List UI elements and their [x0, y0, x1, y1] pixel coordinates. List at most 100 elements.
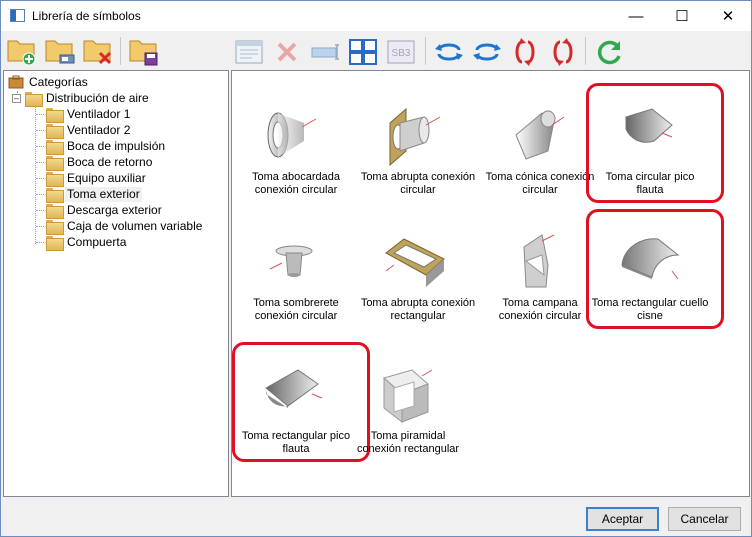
folder-edit-icon	[45, 40, 75, 64]
tree-line	[36, 225, 44, 227]
symbol-label: Toma abrupta conexión circular	[356, 171, 480, 197]
symbol-grid: Toma abocardada conexión circular Toma a…	[231, 70, 750, 497]
symbol-toma-abrupta-circular[interactable]: Toma abrupta conexión circular	[356, 95, 480, 215]
symbol-toma-campana[interactable]: Toma campana conexión circular	[478, 221, 602, 341]
tree-root[interactable]: Categorías	[8, 74, 90, 90]
flip-vertical-button[interactable]	[509, 37, 541, 67]
rotate-left-icon	[435, 43, 463, 61]
tree-item-toma-exterior[interactable]: Toma exterior	[36, 186, 142, 203]
symbol-label: Toma sombrerete conexión circular	[234, 297, 358, 323]
tree-line	[36, 129, 44, 131]
symbol-toma-abrupta-rectangular[interactable]: Toma abrupta conexión rectangular	[356, 221, 480, 341]
folder-save-icon	[129, 40, 158, 66]
symbol-toma-sombrerete[interactable]: Toma sombrerete conexión circular	[234, 221, 358, 341]
tree-item-compuerta[interactable]: Compuerta	[36, 234, 128, 251]
app-icon	[10, 9, 25, 22]
symbol-label-line-2: conexión circular	[498, 310, 582, 322]
tree-item-descarga-exterior[interactable]: Descarga exterior	[36, 202, 164, 219]
toolbar-separator	[120, 37, 121, 65]
tree-item-ventilador-1[interactable]: Ventilador 1	[36, 106, 132, 123]
tree-item-label: Boca de retorno	[67, 154, 153, 169]
symbol-label-line-1: Toma abrupta conexión	[360, 171, 476, 183]
flip-vertical-2-button[interactable]	[547, 37, 579, 67]
delete-folder-button[interactable]	[82, 37, 114, 67]
tree-item-boca-retorno[interactable]: Boca de retorno	[36, 154, 154, 171]
sb3-icon: SB3	[387, 40, 415, 64]
window-icon	[235, 40, 263, 64]
symbol-label: Toma cónica conexión circular	[478, 171, 602, 197]
symbol-label-line-1: Toma circular pico	[605, 171, 695, 183]
collapse-icon[interactable]: –	[12, 93, 21, 103]
close-button[interactable]: ✕	[705, 1, 751, 31]
tree-group[interactable]: – Distribución de aire	[12, 90, 151, 107]
window-title: Librería de símbolos	[32, 9, 141, 23]
rename-button[interactable]	[309, 37, 341, 67]
symbol-toma-circular-pico-flauta[interactable]: Toma circular pico flauta	[586, 83, 724, 215]
folder-icon	[46, 123, 64, 139]
gooseneck-intake-icon	[621, 238, 680, 280]
tree-item-label: Boca de impulsión	[67, 138, 166, 153]
bell-intake-icon	[523, 234, 555, 288]
symbol-label: Toma circular pico flauta	[588, 171, 712, 197]
maximize-button[interactable]: ☐	[659, 1, 705, 31]
category-tree: Categorías – Distribución de aire Ventil…	[3, 70, 229, 497]
symbol-label: Toma abrupta conexión rectangular	[356, 297, 480, 323]
properties-button[interactable]	[233, 37, 265, 67]
folder-icon	[46, 203, 64, 219]
symbol-label-line-2: circular	[400, 184, 436, 196]
symbol-library-window: Librería de símbolos — ☐ ✕ SB3 Categoría…	[0, 0, 752, 537]
symbol-toma-rectangular-cuello-cisne[interactable]: Toma rectangular cuello cisne	[586, 209, 724, 341]
flip-vertical-2-icon	[553, 38, 573, 66]
symbol-label-line-1: Toma abocardada	[251, 171, 341, 183]
accept-button[interactable]: Aceptar	[586, 507, 659, 531]
save-folder-button[interactable]	[128, 37, 160, 67]
tree-item-label: Descarga exterior	[67, 202, 162, 217]
symbol-label-line-2: rectangular	[390, 310, 446, 322]
folder-icon	[46, 107, 64, 123]
view-grid-button[interactable]	[347, 37, 379, 67]
tree-item-boca-impulsion[interactable]: Boca de impulsión	[36, 138, 167, 155]
tree-item-label-selected: Toma exterior	[65, 186, 142, 202]
symbol-label: Toma rectangular pico flauta	[234, 430, 358, 456]
symbol-toma-piramidal[interactable]: Toma piramidal conexión rectangular	[346, 354, 470, 474]
tree-group-label: Distribución de aire	[46, 90, 149, 105]
new-folder-button[interactable]	[6, 37, 38, 67]
tree-line	[36, 241, 44, 243]
tree-item-equipo-auxiliar[interactable]: Equipo auxiliar	[36, 170, 148, 187]
flip-vertical-icon	[515, 38, 535, 66]
tree-line	[36, 113, 44, 115]
edit-folder-button[interactable]	[44, 37, 76, 67]
rotate-cw-button[interactable]	[471, 37, 503, 67]
folder-delete-icon	[83, 40, 112, 65]
rectangular-flute-intake-icon	[265, 369, 323, 408]
rotate-right-icon	[473, 43, 501, 61]
pyramidal-intake-icon	[382, 369, 433, 424]
tree-line	[36, 145, 44, 147]
folder-icon	[46, 139, 64, 155]
toolbar: SB3	[1, 31, 751, 69]
symbol-label-line-2: flauta	[282, 443, 310, 455]
abrupt-circular-intake-icon	[389, 107, 441, 167]
sb3-button[interactable]: SB3	[385, 37, 417, 67]
symbol-toma-rectangular-pico-flauta[interactable]: Toma rectangular pico flauta	[232, 342, 370, 474]
folder-icon	[46, 219, 64, 235]
cancel-button[interactable]: Cancelar	[668, 507, 741, 531]
tree-item-ventilador-2[interactable]: Ventilador 2	[36, 122, 132, 139]
tree-item-caja-volumen-variable[interactable]: Caja de volumen variable	[36, 218, 204, 235]
symbol-toma-abocardada[interactable]: Toma abocardada conexión circular	[234, 95, 358, 215]
delete-symbol-button[interactable]	[271, 37, 303, 67]
rotate-ccw-button[interactable]	[433, 37, 465, 67]
tree-line	[36, 209, 44, 211]
symbol-label-line-2: conexión circular	[254, 184, 338, 196]
symbol-label-line-2: flauta	[636, 184, 664, 196]
tree-line	[36, 161, 44, 163]
symbol-label-line-1: Toma rectangular cuello	[591, 297, 709, 309]
minimize-button[interactable]: —	[613, 1, 659, 31]
svg-text:SB3: SB3	[392, 48, 411, 59]
symbol-toma-conica[interactable]: Toma cónica conexión circular	[478, 95, 602, 215]
refresh-button[interactable]	[593, 37, 625, 67]
folder-icon	[46, 235, 64, 251]
symbol-label-line-2: conexión circular	[254, 310, 338, 322]
flared-intake-icon	[267, 112, 317, 158]
tree-item-label: Ventilador 2	[67, 122, 131, 137]
